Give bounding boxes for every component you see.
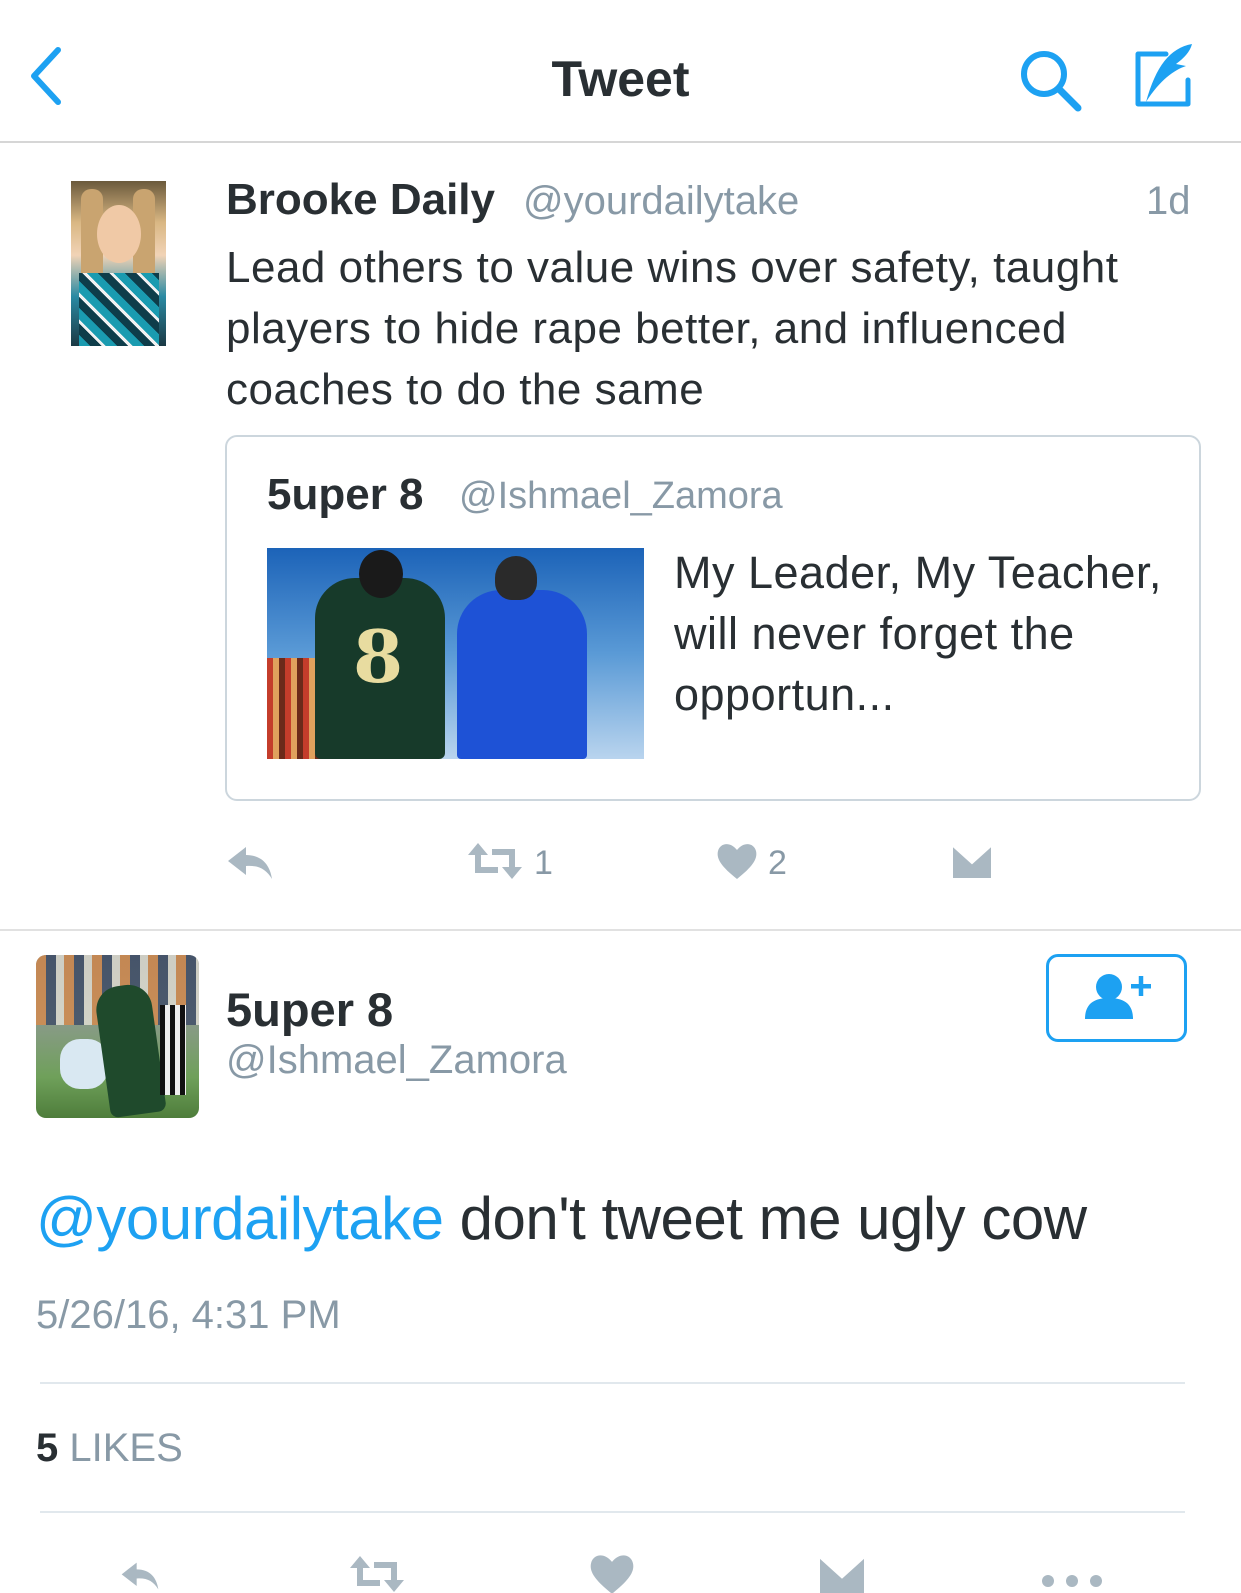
tweet-timestamp: 5/26/16, 4:31 PM (36, 1293, 341, 1337)
quote-text: My Leader, My Teacher, will never forget… (674, 547, 1162, 720)
like-count: 2 (768, 844, 787, 882)
tweet-actions-bar (0, 1548, 1241, 1593)
nav-bar: Tweet (0, 0, 1241, 143)
divider (40, 1511, 1185, 1513)
mention-link[interactable]: @yourdailytake (36, 1185, 444, 1252)
quote-author-name: 5uper 8 (267, 470, 424, 519)
like-icon (716, 841, 758, 886)
author-handle[interactable]: @yourdailytake (523, 179, 799, 224)
quote-author-handle: @Ishmael_Zamora (459, 475, 783, 517)
more-icon[interactable] (1040, 1574, 1104, 1593)
retweet-icon (466, 841, 524, 886)
reply-icon (226, 843, 274, 888)
divider (40, 1382, 1185, 1384)
like-button[interactable]: 2 (716, 841, 787, 886)
compose-icon[interactable] (1130, 40, 1202, 112)
parent-tweet[interactable]: Brooke Daily @yourdailytake 1d Lead othe… (0, 145, 1241, 931)
tweet-text: Lead others to value wins over safety, t… (226, 243, 1119, 414)
follow-icon (1079, 971, 1155, 1026)
retweet-icon[interactable] (348, 1554, 406, 1593)
quote-media-image[interactable]: 8 (267, 548, 644, 759)
author-handle[interactable]: @Ishmael_Zamora (226, 1038, 567, 1083)
likes-summary[interactable]: 5 LIKES (36, 1426, 183, 1471)
reply-button[interactable] (226, 843, 274, 888)
quoted-tweet[interactable]: 5uper 8 @Ishmael_Zamora 8 My Leader, My … (225, 435, 1201, 801)
tweet-time: 1d (1146, 179, 1191, 223)
retweet-count: 1 (534, 844, 553, 882)
direct-message-icon (950, 843, 994, 886)
avatar[interactable] (71, 181, 166, 346)
author-name[interactable]: Brooke Daily (226, 175, 495, 225)
direct-message-button[interactable] (950, 843, 994, 886)
author-name[interactable]: 5uper 8 (226, 982, 393, 1037)
tweet-text: @yourdailytake don't tweet me ugly cow (36, 1184, 1087, 1253)
tweet-body: don't tweet me ugly cow (443, 1185, 1087, 1252)
follow-button[interactable] (1046, 954, 1187, 1042)
search-icon[interactable] (1018, 48, 1084, 114)
likes-label: LIKES (69, 1426, 183, 1470)
like-icon[interactable] (588, 1552, 636, 1593)
reply-icon[interactable] (120, 1556, 160, 1593)
retweet-button[interactable]: 1 (466, 841, 553, 886)
direct-message-icon[interactable] (816, 1554, 868, 1593)
likes-count: 5 (36, 1426, 59, 1470)
avatar[interactable] (36, 955, 199, 1118)
